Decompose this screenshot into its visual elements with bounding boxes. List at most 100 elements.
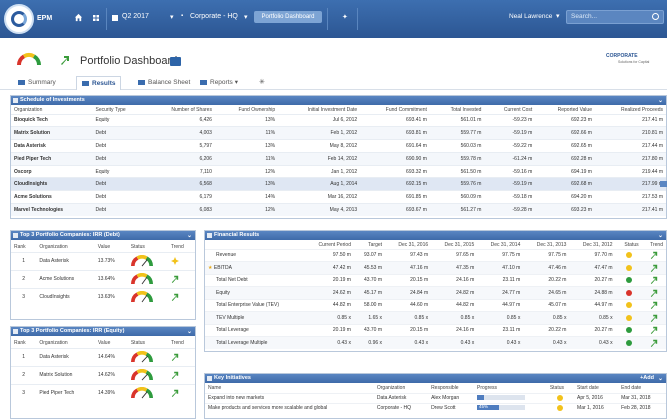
dashboard-menu-icon[interactable] <box>170 57 181 66</box>
collapse-icon[interactable]: ⌄ <box>658 97 663 106</box>
tab-balance-sheet[interactable]: Balance Sheet <box>138 76 190 90</box>
grid-icon[interactable] <box>93 15 99 21</box>
chevron-down-icon[interactable]: ▾ <box>244 13 248 21</box>
status-cell <box>615 311 642 324</box>
table-cell: Mar 16, 2012 <box>278 190 361 204</box>
rank-cell: 2 <box>11 365 37 384</box>
table-row[interactable]: ★ EBITDA 47.42 m 45.53 m 47.16 m 47.35 m 47.1… <box>205 261 666 274</box>
scrollbar[interactable] <box>660 181 667 187</box>
table-row[interactable]: Total Leverage 20.19 m 43.70 m 20.15 m 24.16… <box>205 323 666 337</box>
column-header: Current Period <box>318 241 351 248</box>
table-cell: 7,110 <box>146 164 215 178</box>
column-header[interactable]: Number of Shares <box>146 106 215 114</box>
collapse-icon[interactable]: ⌄ <box>658 232 663 241</box>
metric-value: 0.85 x <box>523 311 570 324</box>
table-row[interactable]: 2 Acme Solutions 13.64% <box>11 269 195 288</box>
table-row[interactable]: 1 Data Asterisk 14.64% <box>11 347 195 366</box>
tab-results[interactable]: Results <box>76 76 122 90</box>
chevron-down-icon[interactable]: ▾ <box>170 13 174 21</box>
trend-up-icon <box>171 371 179 379</box>
table-row[interactable]: TEV Multiple 0.85 x 1.65 x 0.85 x 0.85 x 0.85… <box>205 311 666 324</box>
metric-value: 0.85 x <box>431 311 478 324</box>
status-gauge-icon <box>130 273 153 285</box>
column-header[interactable]: Total Invested <box>430 106 485 114</box>
search-icon[interactable] <box>652 13 659 20</box>
rank-cell: 3 <box>11 383 37 402</box>
tab-summary[interactable]: Summary <box>18 76 56 90</box>
panel-menu-icon[interactable] <box>207 233 212 238</box>
table-row[interactable]: Revenue 97.50 m 93.07 m 97.43 m 97.65 m 97.75… <box>205 248 666 262</box>
period-selector[interactable]: Q2 2017 <box>122 13 149 20</box>
tab-reports[interactable]: Reports ▾ <box>200 76 238 90</box>
table-row[interactable]: Make products and services more scalable… <box>205 402 666 413</box>
table-row[interactable]: 3 CloudInsights 13.63% <box>11 287 195 306</box>
table-row[interactable]: Equity 24.62 m 45.17 m 24.84 m 24.82 m 24.77 … <box>205 286 666 299</box>
progress-cell: 45% <box>474 402 547 413</box>
table-row[interactable]: Oscorp Equity 7,110 12% Jan 1, 2012 693.32 m5… <box>11 164 666 178</box>
column-header[interactable]: Security Type <box>93 106 147 114</box>
column-header <box>205 241 304 249</box>
panel-menu-icon[interactable] <box>13 329 18 334</box>
column-header[interactable]: Current Cost <box>484 106 535 114</box>
table-cell: 693.23 m <box>535 203 595 217</box>
trend-cell <box>641 261 666 274</box>
column-header: Organization <box>39 243 68 250</box>
table-row[interactable]: Total Leverage Multiple 0.43 x 0.96 x 0.43 … <box>205 336 666 349</box>
column-header[interactable]: Fund Ownership <box>215 106 278 114</box>
add-initiative-button[interactable]: +Add <box>640 374 654 383</box>
table-row[interactable]: CloudInsights Debt 6,568 13% Aug 1, 2014 692.… <box>11 177 666 191</box>
metric-name: Equity <box>216 289 230 296</box>
table-row[interactable]: Data Asterisk Debt 5,797 13% May 8, 2012 691.… <box>11 139 666 153</box>
collapse-icon[interactable]: ⌄ <box>658 375 663 384</box>
table-cell: 561.27 m <box>429 203 485 217</box>
collapse-icon[interactable]: ⌄ <box>187 232 192 241</box>
column-header[interactable]: Realized Proceeds <box>595 106 666 114</box>
metric-value: 0.43 x <box>304 336 354 349</box>
column-header[interactable]: Organization <box>11 106 93 114</box>
pin-icon[interactable]: ✦ <box>342 13 348 21</box>
progress-bar <box>477 395 526 401</box>
table-row[interactable]: Bioquick Tech Equity 6,426 13% Jul 6, 2012 69… <box>11 113 666 127</box>
search-input[interactable]: Search... <box>566 10 664 24</box>
table-cell: Data Asterisk <box>11 139 93 153</box>
column-header: Dec 31, 2013 <box>536 241 567 248</box>
dashboard-selector[interactable]: Portfolio Dashboard <box>254 11 322 23</box>
column-header[interactable]: Fund Commitment <box>360 106 430 114</box>
panel-menu-icon[interactable] <box>13 98 18 103</box>
metric-value: 93.07 m <box>353 248 386 262</box>
user-menu[interactable]: Neal Lawrence <box>509 13 552 20</box>
status-cell <box>127 383 168 402</box>
metric-value: 47.47 m <box>569 261 616 274</box>
investments-panel: Schedule of Investments ⌄ Organization Se… <box>10 95 667 219</box>
chevron-down-icon[interactable]: ▾ <box>556 12 560 20</box>
panel-menu-icon[interactable] <box>207 376 212 381</box>
panel-menu-icon[interactable] <box>13 233 18 238</box>
metric-label: Total Leverage <box>205 323 305 337</box>
table-row[interactable]: Expand into new markets Data Asterisk Alex… <box>205 392 666 403</box>
column-header: Trend <box>170 243 184 250</box>
column-header: End date <box>621 385 642 392</box>
table-row[interactable]: Acme Solutions Debt 6,179 14% Mar 16, 2012 69… <box>11 190 666 204</box>
collapse-icon[interactable]: ⌄ <box>187 328 192 337</box>
logo[interactable] <box>4 4 34 34</box>
column-header: Start date <box>577 385 599 392</box>
column-header[interactable]: Reported Value <box>535 106 595 114</box>
table-row[interactable]: 3 Pied Piper Tech 14.39% <box>11 383 195 402</box>
top-equity-table: Rank Organization Value Status Trend 1 Data A… <box>11 338 195 402</box>
add-tab-button[interactable]: ✳ <box>259 76 265 90</box>
table-row[interactable]: Pied Piper Tech Debt 6,206 11% Feb 14, 2012 6… <box>11 151 666 166</box>
entity-selector[interactable]: Corporate - HQ <box>190 13 238 20</box>
table-row[interactable]: Total Enterprise Value (TEV) 44.82 m 58.00… <box>205 298 666 312</box>
rank-cell: 1 <box>11 347 37 366</box>
metric-value: 45.53 m <box>353 261 386 274</box>
home-icon[interactable] <box>74 13 83 22</box>
table-cell: 217.99 m <box>594 177 666 191</box>
table-row[interactable]: Matrix Solution Debt 4,003 11% Feb 1, 2012 69… <box>11 126 666 140</box>
table-row[interactable]: Total Net Debt 20.19 m 43.70 m 20.15 m 24.16… <box>205 273 666 287</box>
metric-value: 23.11 m <box>477 323 524 337</box>
table-row[interactable]: Marvel Technologies Debt 6,083 12% May 4, 20… <box>11 203 666 217</box>
column-header[interactable]: Initial Investment Date <box>278 106 360 114</box>
table-row[interactable]: 1 Data Asterisk 13.73% <box>11 251 195 270</box>
panel-header: Key Initiatives +Add ⌄ <box>205 374 666 383</box>
table-row[interactable]: 2 Matrix Solution 14.62% <box>11 365 195 384</box>
